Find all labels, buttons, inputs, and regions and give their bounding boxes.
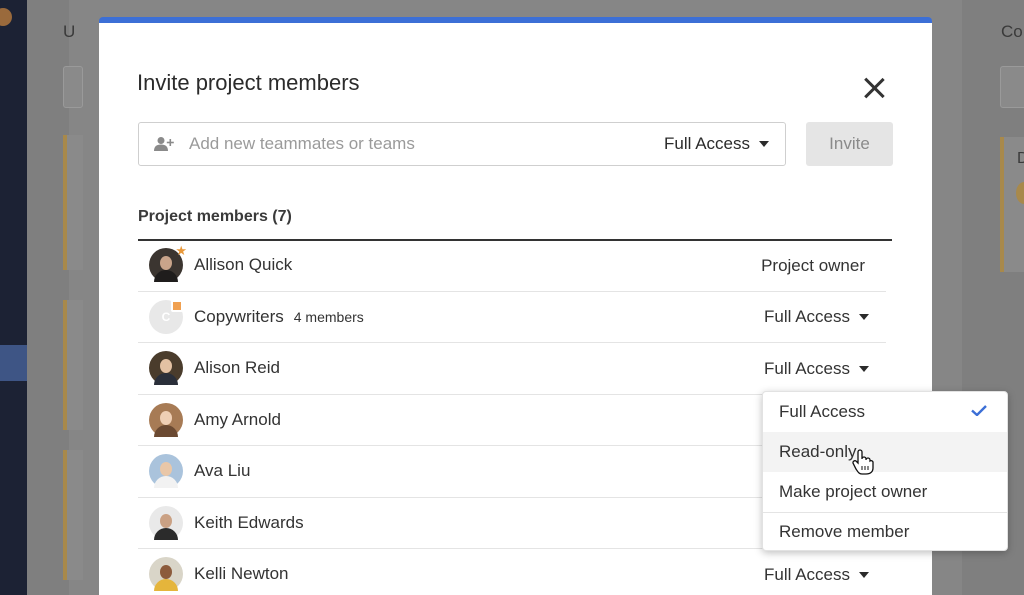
menu-item-remove-member[interactable]: Remove member <box>763 512 1007 551</box>
avatar <box>149 454 183 489</box>
menu-item-label: Remove member <box>779 522 910 541</box>
menu-item-full-access[interactable]: Full Access <box>763 392 1007 432</box>
member-name: Copywriters <box>194 306 284 326</box>
close-icon[interactable] <box>861 75 887 101</box>
member-count: 4 members <box>293 308 364 325</box>
member-role: Project owner <box>761 255 865 275</box>
background-input <box>63 66 83 108</box>
team-avatar: C <box>149 299 183 334</box>
access-dropdown-menu: Full Access Read-only Make project owner… <box>762 391 1008 551</box>
member-access-select[interactable]: Full Access <box>764 549 869 595</box>
member-row: C Copywriters 4 members Full Access <box>138 292 886 343</box>
member-row: Kelli Newton Full Access <box>138 549 886 595</box>
avatar <box>149 557 183 592</box>
menu-item-make-owner[interactable]: Make project owner <box>763 472 1007 512</box>
menu-item-label: Make project owner <box>779 482 928 501</box>
caret-down-icon <box>859 314 869 320</box>
check-icon <box>971 405 987 416</box>
invite-access-select[interactable]: Full Access <box>664 123 769 165</box>
add-person-icon <box>154 137 174 151</box>
avatar <box>149 351 183 386</box>
background-input <box>1000 66 1024 108</box>
member-name: Kelli Newton <box>194 564 289 584</box>
avatar <box>149 402 183 437</box>
background-logo-icon <box>0 8 12 26</box>
menu-item-label: Full Access <box>779 402 865 421</box>
menu-item-read-only[interactable]: Read-only <box>763 432 1007 472</box>
member-access-select[interactable]: Full Access <box>764 292 869 343</box>
member-access-label: Full Access <box>764 564 850 584</box>
caret-down-icon <box>859 365 869 372</box>
invite-field: Full Access <box>138 122 786 166</box>
member-access-label: Full Access <box>764 358 850 378</box>
avatar <box>149 505 183 540</box>
background-card-initial: D <box>1017 150 1024 167</box>
caret-down-icon <box>859 571 869 578</box>
member-name: Keith Edwards <box>194 512 304 532</box>
background-card <box>63 135 83 270</box>
member-name: Alison Reid <box>194 358 280 378</box>
background-sidebar <box>0 0 27 595</box>
invite-button[interactable]: Invite <box>806 122 893 166</box>
member-access-label: Full Access <box>764 307 850 326</box>
menu-item-label: Read-only <box>779 442 857 461</box>
star-icon: ★ <box>175 243 187 259</box>
background-card <box>63 300 83 430</box>
modal-title: Invite project members <box>137 70 360 95</box>
member-name: Amy Arnold <box>194 409 281 429</box>
members-heading: Project members (7) <box>138 208 292 225</box>
background-column-title: Co <box>1001 22 1023 41</box>
background-sidebar-active-item <box>0 345 27 381</box>
team-initial: C <box>161 309 171 324</box>
invite-access-label: Full Access <box>664 134 750 153</box>
member-name: Allison Quick <box>194 255 293 275</box>
member-row: ★ Allison Quick Project owner <box>138 240 886 292</box>
background-column-title: U <box>63 22 76 41</box>
avatar: ★ <box>149 244 187 283</box>
background-card <box>63 450 83 580</box>
invite-search-input[interactable] <box>189 123 649 165</box>
team-badge-icon <box>171 299 183 312</box>
member-access-select[interactable]: Full Access <box>764 343 869 394</box>
member-row: Alison Reid Full Access <box>138 343 886 395</box>
member-name: Ava Liu <box>194 461 251 481</box>
caret-down-icon <box>759 141 769 147</box>
